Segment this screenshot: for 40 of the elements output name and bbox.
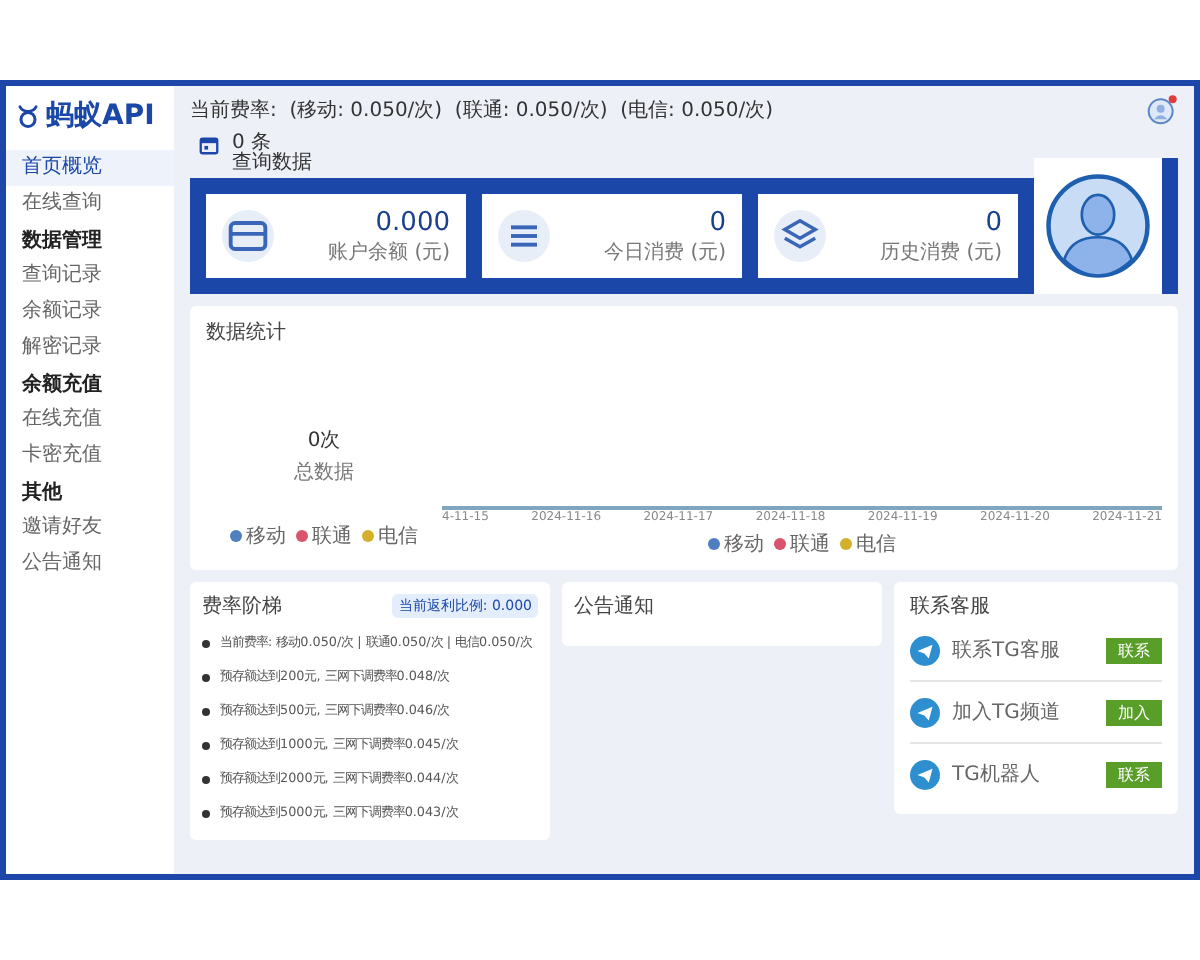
stat-value: 0.000 (375, 207, 450, 237)
card-title: 数据统计 (206, 319, 288, 346)
legend-label: 联通 (312, 523, 352, 550)
sidebar-item[interactable]: 在线查询 (6, 186, 174, 222)
legend-label: 移动 (246, 524, 286, 550)
sidebar-section-title: 余额充值 (20, 370, 104, 400)
stat-label: 今日消费 (元) (604, 239, 726, 265)
stat-value: 0 (709, 207, 726, 237)
sidebar-item[interactable]: 公告通知 (6, 546, 174, 582)
total-label: 总数据 (294, 459, 354, 486)
stat-label: 历史消费 (元) (880, 239, 1002, 265)
contact-button[interactable]: 加入 (1106, 699, 1162, 725)
legend-label: 电信 (378, 523, 418, 550)
today-count: 0 条 (232, 134, 272, 154)
logo-text: 蚂蚁API (46, 98, 155, 134)
sidebar-section-title: 其他 (20, 479, 64, 508)
card-title: 费率阶梯 (202, 593, 282, 620)
contact-label: 加入TG频道 (952, 699, 1062, 726)
sidebar-item[interactable]: 解密记录 (6, 330, 174, 366)
card-title: 联系客服 (910, 593, 992, 620)
contact-label: 联系TG客服 (952, 637, 1062, 664)
sidebar-item[interactable]: 在线充值 (6, 402, 174, 438)
stat-value: 0 (985, 207, 1002, 237)
sidebar-item[interactable]: 邀请好友 (6, 510, 174, 546)
rates-text: 当前费率: (移动: 0.050/次) (联通: 0.050/次) (电信: 0.050/次) (190, 97, 773, 124)
sidebar-item[interactable]: 余额记录 (6, 294, 174, 330)
sidebar-item[interactable]: 卡密充值 (6, 438, 174, 474)
total-value: 0次 (307, 428, 341, 454)
contact-button[interactable]: 联系 (1106, 637, 1162, 663)
card-title: 公告通知 (574, 593, 656, 620)
today-label: 查询数据 (232, 154, 312, 174)
legend-label: 电信 (856, 531, 896, 558)
legend-label: 联通 (790, 531, 830, 558)
sidebar-section-title: 数据管理 (19, 227, 104, 256)
legend-label: 移动 (724, 532, 764, 558)
contact-label: TG机器人 (952, 761, 1042, 788)
sidebar-item[interactable]: 查询记录 (6, 258, 174, 294)
contact-button[interactable]: 联系 (1106, 761, 1162, 787)
stat-label: 账户余额 (元) (328, 239, 450, 265)
sidebar-item[interactable]: 首页概览 (6, 150, 174, 186)
